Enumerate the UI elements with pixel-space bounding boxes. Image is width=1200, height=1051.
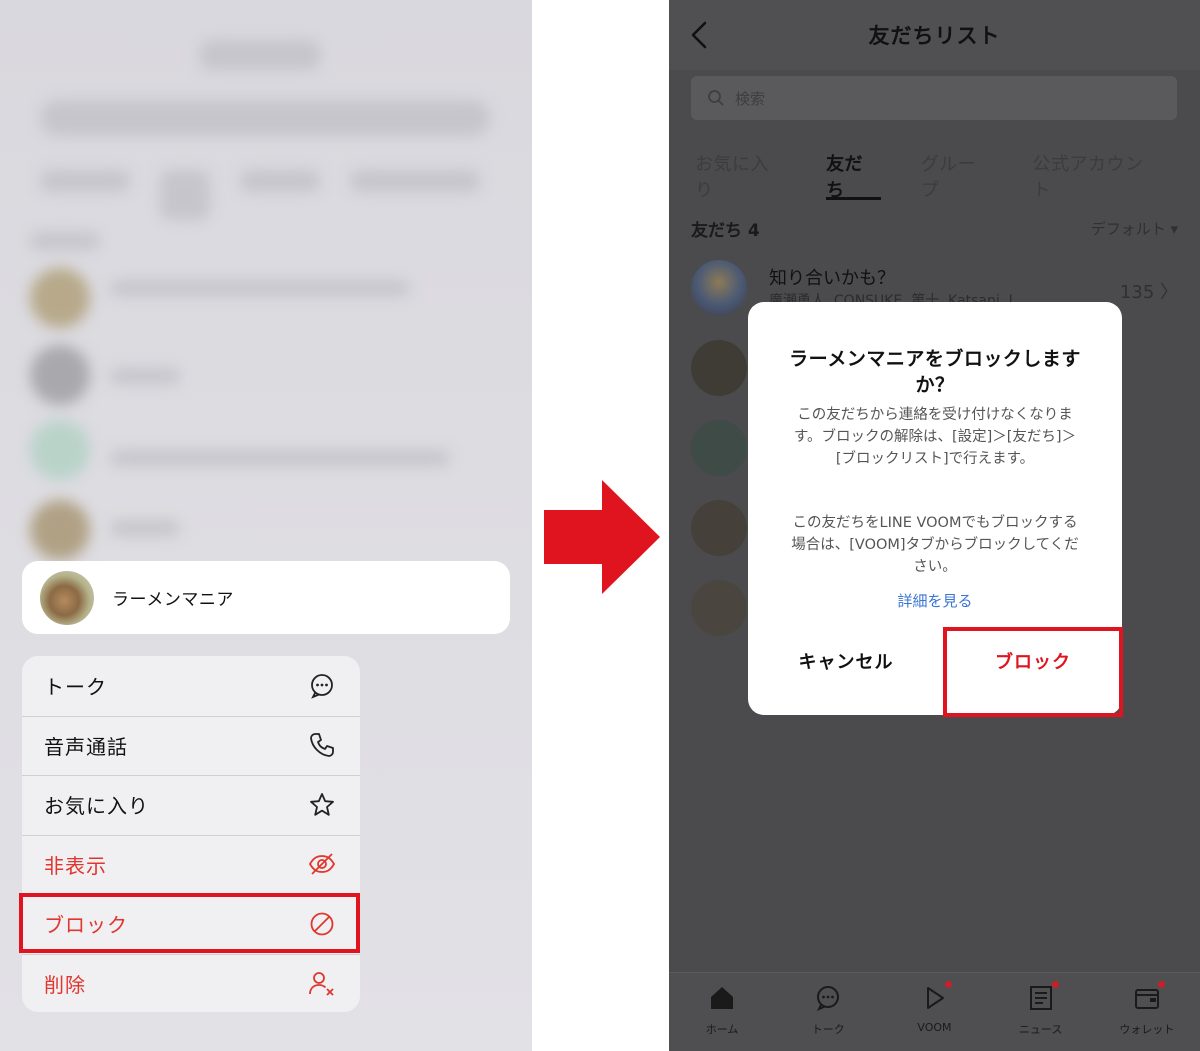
details-link[interactable]: 詳細を見る <box>748 590 1122 611</box>
wallet-icon <box>1132 983 1162 1017</box>
tab-groups[interactable]: グループ <box>921 150 993 201</box>
suggestion-title: 知り合いかも？ <box>769 268 895 289</box>
dialog-title: ラーメンマニアをブロックしますか？ <box>789 348 1081 396</box>
tabbar-label: ニュース <box>1018 1023 1063 1036</box>
tab-favorites[interactable]: お気に入り <box>695 150 786 201</box>
eye-slash-icon <box>308 850 336 878</box>
tabbar-talk[interactable]: トーク <box>783 973 873 1051</box>
person-remove-icon <box>308 969 336 997</box>
menu-item-delete[interactable]: 削除 <box>22 953 360 1013</box>
menu-item-hide[interactable]: 非表示 <box>22 834 360 895</box>
suggestion-count: 135 〉 <box>1119 282 1178 303</box>
menu-item-label: トーク <box>44 675 107 700</box>
tabbar-voom[interactable]: VOOM <box>889 973 979 1051</box>
header: 友だちリスト <box>669 0 1200 70</box>
avatar <box>691 500 747 556</box>
block-highlight-box <box>19 893 360 953</box>
left-panel: ラーメンマニア トーク 音声通話 お気に入り 非表示 ブロック 削除 <box>0 0 532 1051</box>
tabbar-home[interactable]: ホーム <box>677 973 767 1051</box>
sort-dropdown[interactable]: デフォルト ▾ <box>1091 218 1178 239</box>
tabbar-label: ウォレット <box>1119 1023 1175 1036</box>
news-icon <box>1026 983 1056 1017</box>
avatar <box>691 420 747 476</box>
menu-item-voice-call[interactable]: 音声通話 <box>22 715 360 776</box>
cancel-button[interactable]: キャンセル <box>748 648 944 674</box>
block-button-highlight-box <box>943 627 1123 717</box>
tabbar-label: トーク <box>811 1023 845 1036</box>
right-panel: 友だちリスト 検索 お気に入り 友だち グループ 公式アカウント 友だち 4 デ… <box>669 0 1200 1051</box>
tabbar-label: ホーム <box>705 1023 739 1036</box>
phone-icon <box>308 731 336 759</box>
tabbar-news[interactable]: ニュース <box>996 973 1086 1051</box>
avatar <box>691 340 747 396</box>
menu-item-label: 非表示 <box>44 853 107 878</box>
tab-official-accounts[interactable]: 公式アカウント <box>1033 150 1161 201</box>
tabbar-wallet[interactable]: ウォレット <box>1102 973 1192 1051</box>
friends-count: 友だち 4 <box>691 221 760 241</box>
chat-icon <box>813 983 843 1017</box>
context-menu: トーク 音声通話 お気に入り 非表示 ブロック 削除 <box>22 656 360 1012</box>
menu-item-talk[interactable]: トーク <box>22 656 360 716</box>
avatar <box>40 570 94 625</box>
voom-icon <box>919 983 949 1017</box>
notification-badge <box>1157 981 1165 988</box>
avatar <box>691 260 747 316</box>
menu-item-label: お気に入り <box>44 794 149 819</box>
page-title: 友だちリスト <box>868 24 1001 48</box>
home-icon <box>707 983 737 1017</box>
tab-friends[interactable]: 友だち <box>826 150 881 201</box>
contact-card[interactable]: ラーメンマニア <box>22 561 510 634</box>
notification-badge <box>945 981 953 988</box>
search-placeholder: 検索 <box>735 89 766 108</box>
contact-name: ラーメンマニア <box>112 590 234 610</box>
menu-item-label: 音声通話 <box>44 734 128 759</box>
search-icon <box>707 89 725 107</box>
menu-item-favorite[interactable]: お気に入り <box>22 775 360 835</box>
tabbar-label: VOOM <box>917 1021 952 1034</box>
tab-bar: お気に入り 友だち グループ 公式アカウント <box>695 150 1200 201</box>
star-icon <box>308 791 336 819</box>
notification-badge <box>1051 981 1059 988</box>
menu-item-label: 削除 <box>44 972 86 997</box>
dialog-message: この友だちから連絡を受け付けなくなります。ブロックの解除は、[設定]＞[友だち]… <box>793 407 1077 467</box>
bottom-tab-bar: ホーム トーク VOOM ニュース ウォレット <box>669 972 1200 1051</box>
right-arrow-icon <box>544 478 662 596</box>
search-input[interactable]: 検索 <box>691 76 1177 120</box>
chat-bubble-icon <box>308 672 336 700</box>
avatar <box>691 580 747 636</box>
dialog-message-voom: この友だちをLINE VOOMでもブロックする場合は、[VOOM]タブからブロッ… <box>791 515 1079 575</box>
